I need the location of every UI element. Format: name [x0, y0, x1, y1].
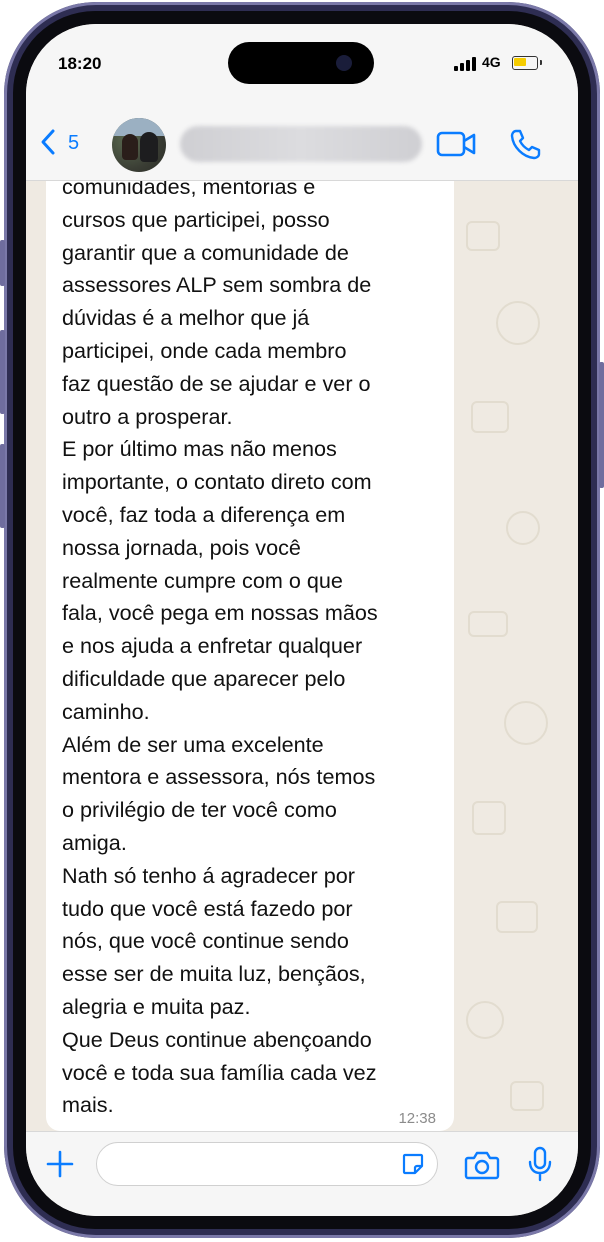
message-line: mais.	[62, 1092, 114, 1118]
wallpaper-doodle	[471, 401, 509, 433]
unread-count: 5	[68, 132, 80, 154]
chat-area[interactable]: comunidades, mentorias e cursos que parti…	[26, 181, 578, 1131]
message-line: dúvidas é a melhor que já	[62, 305, 310, 331]
volume-up-button	[0, 330, 5, 414]
camera-lens	[336, 55, 352, 71]
avatar[interactable]	[112, 118, 166, 172]
camera-button[interactable]	[464, 1150, 500, 1180]
message-line: Nath só tenho á agradecer por	[62, 862, 355, 888]
message-line: E por último mas não menos	[62, 436, 337, 462]
voice-call-button[interactable]	[510, 128, 542, 160]
battery-icon	[512, 56, 542, 70]
action-button	[0, 240, 5, 286]
wallpaper-doodle	[496, 901, 538, 933]
camera-icon	[464, 1151, 500, 1180]
message-line: tudo que você está fazedo por	[62, 895, 353, 921]
network-label: 4G	[482, 54, 501, 70]
message-line: amiga.	[62, 829, 127, 855]
signal-icon	[454, 57, 476, 71]
wallpaper-doodle	[496, 301, 540, 345]
attach-button[interactable]	[42, 1148, 78, 1184]
message-line: outro a prosperar.	[62, 403, 233, 429]
message-line: esse ser de muita luz, bençãos,	[62, 961, 366, 987]
status-bar: 18:20 4G	[26, 24, 578, 104]
wallpaper-doodle	[472, 801, 506, 835]
message-line: garantir que a comunidade de	[62, 239, 349, 265]
message-line: o privilégio de ter você como	[62, 797, 337, 823]
message-line: faz questão de se ajudar e ver o	[62, 370, 371, 396]
message-line: você, faz toda a diferença em	[62, 501, 346, 527]
message-line: assessores ALP sem sombra de	[62, 272, 372, 298]
chevron-left-icon	[40, 128, 56, 161]
chat-header: 5	[26, 104, 578, 181]
message-input[interactable]	[96, 1142, 438, 1186]
wallpaper-doodle	[506, 511, 540, 545]
battery-level	[514, 58, 526, 66]
message-bubble[interactable]: comunidades, mentorias e cursos que parti…	[46, 181, 454, 1131]
message-line: nossa jornada, pois você	[62, 534, 301, 560]
dynamic-island	[228, 42, 374, 84]
wallpaper-doodle	[466, 1001, 504, 1039]
voice-message-button[interactable]	[528, 1146, 552, 1182]
contact-name[interactable]	[180, 126, 422, 162]
message-line: cursos que participei, posso	[62, 206, 330, 232]
wallpaper-doodle	[504, 701, 548, 745]
message-line: e nos ajuda a enfretar qualquer	[62, 633, 363, 659]
microphone-icon	[528, 1146, 552, 1182]
message-line: alegria e muita paz.	[62, 993, 251, 1019]
message-composer	[26, 1131, 578, 1216]
wallpaper-doodle	[468, 611, 508, 637]
message-line: realmente cumpre com o que	[62, 567, 343, 593]
message-line: importante, o contato direto com	[62, 469, 372, 495]
video-call-button[interactable]	[436, 130, 476, 158]
video-camera-icon	[436, 131, 476, 157]
message-line: comunidades, mentorias e	[62, 181, 316, 199]
back-button[interactable]: 5	[34, 126, 104, 158]
plus-icon	[46, 1150, 74, 1178]
sticker-button[interactable]	[401, 1152, 425, 1176]
message-line: Que Deus continue abençoando	[62, 1026, 372, 1052]
phone-screen: 18:20 4G 5 comunidades, mentorias e curs…	[26, 24, 578, 1216]
power-button	[599, 362, 604, 488]
phone-icon	[510, 129, 541, 160]
message-line: dificuldade que aparecer pelo	[62, 665, 346, 691]
message-text: comunidades, mentorias e cursos que parti…	[62, 181, 452, 1122]
status-time: 18:20	[58, 54, 102, 73]
wallpaper-doodle	[510, 1081, 544, 1111]
message-line: Além de ser uma excelente	[62, 731, 324, 757]
wallpaper-doodle	[466, 221, 500, 251]
message-line: mentora e assessora, nós temos	[62, 764, 376, 790]
message-line: você e toda sua família cada vez	[62, 1059, 377, 1085]
volume-down-button	[0, 444, 5, 528]
message-line: nós, que você continue sendo	[62, 928, 349, 954]
message-line: fala, você pega em nossas mãos	[62, 600, 378, 626]
message-time: 12:38	[398, 1110, 436, 1127]
sticker-icon	[402, 1153, 424, 1175]
message-line: participei, onde cada membro	[62, 337, 347, 363]
message-line: caminho.	[62, 698, 150, 724]
